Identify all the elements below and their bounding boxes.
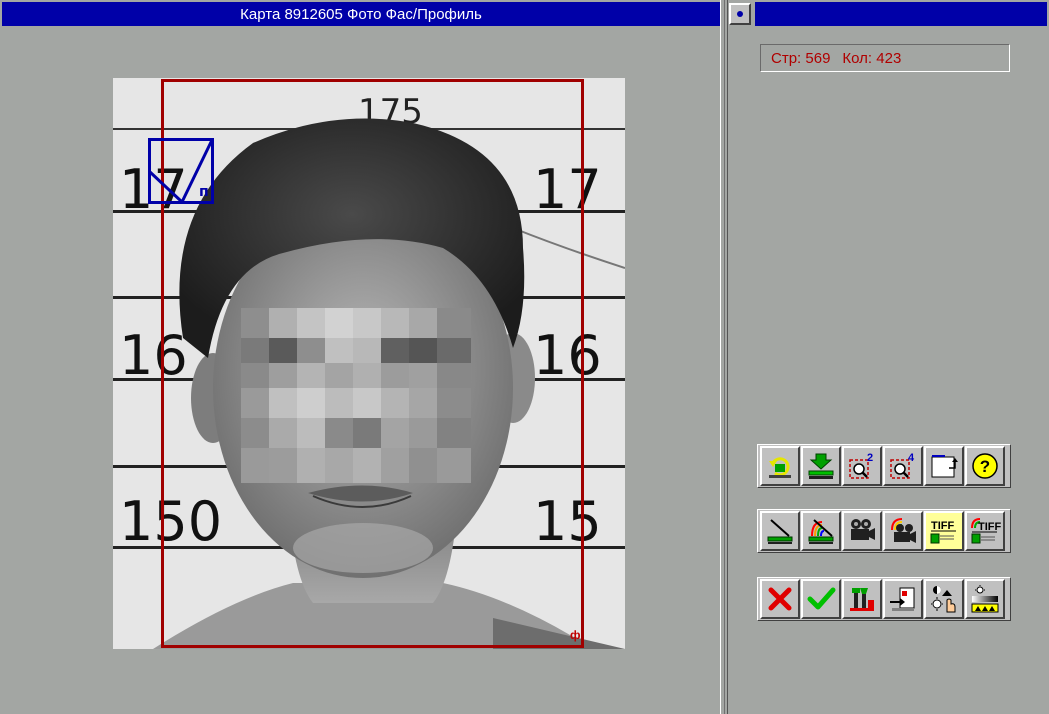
frame-corner-icon — [931, 455, 958, 478]
corner-marker-icon[interactable]: п — [148, 138, 214, 204]
item-counter: Кол: 423 — [842, 49, 902, 67]
zoom-2x-button[interactable]: 2 — [842, 446, 882, 486]
crop-frame[interactable] — [161, 79, 584, 648]
accept-button[interactable] — [801, 579, 841, 619]
rotate-button[interactable] — [760, 446, 800, 486]
system-menu-icon — [737, 11, 743, 17]
svg-text:2: 2 — [867, 452, 873, 464]
brightness-button[interactable] — [924, 579, 964, 619]
tiff-icon: TIFF — [930, 520, 956, 544]
camera-bw-button[interactable] — [842, 511, 882, 551]
crop-frame-handle[interactable]: ф — [570, 628, 581, 642]
svg-text:4: 4 — [908, 452, 915, 464]
checkmark-icon — [807, 587, 836, 610]
zoom-4x-icon: 4 — [890, 452, 915, 479]
scan-down-button[interactable] — [801, 446, 841, 486]
crop-frame-button[interactable] — [924, 446, 964, 486]
scanner-color-icon — [808, 519, 834, 544]
brightness-icon — [931, 586, 956, 613]
video-camera-color-icon — [891, 518, 916, 543]
window-title-bar[interactable]: Карта 8912605 Фото Фас/Профиль — [2, 2, 720, 26]
status-panel: Стр: 569 Кол: 423 — [760, 44, 1010, 72]
video-camera-icon — [851, 519, 875, 540]
tiff-button[interactable]: TIFF — [924, 511, 964, 551]
scanner-icon — [767, 519, 793, 544]
toolbar-view: 2 4 ? — [757, 444, 1011, 488]
zoom-2x-icon: 2 — [849, 452, 873, 479]
tools-button[interactable] — [842, 579, 882, 619]
system-menu-button[interactable] — [729, 3, 751, 25]
rotate-icon — [769, 457, 791, 478]
contrast-levels-icon — [971, 585, 999, 613]
scanner-download-icon — [808, 453, 834, 479]
panel-splitter[interactable] — [720, 0, 728, 714]
scanner-bw-button[interactable] — [760, 511, 800, 551]
import-button[interactable] — [883, 579, 923, 619]
toolbar-actions — [757, 577, 1011, 621]
camera-color-button[interactable] — [883, 511, 923, 551]
toolbar-input: TIFF TIFF — [757, 509, 1011, 553]
svg-text:TIFF: TIFF — [978, 521, 1001, 533]
import-icon — [890, 587, 915, 611]
tiff-color-icon: TIFF — [971, 518, 1001, 544]
tiff-color-button[interactable]: TIFF — [965, 511, 1005, 551]
svg-text:TIFF: TIFF — [931, 520, 954, 532]
tools-icon — [850, 588, 874, 611]
side-panel-title-bar — [755, 2, 1047, 26]
scanner-color-button[interactable] — [801, 511, 841, 551]
svg-text:?: ? — [980, 457, 990, 476]
window-title: Карта 8912605 Фото Фас/Профиль — [240, 5, 482, 23]
close-icon — [768, 587, 792, 611]
cancel-button[interactable] — [760, 579, 800, 619]
page-counter: Стр: 569 — [771, 49, 831, 67]
help-icon: ? — [972, 453, 998, 479]
corner-marker-label: п — [199, 184, 209, 200]
help-button[interactable]: ? — [965, 446, 1005, 486]
contrast-button[interactable] — [965, 579, 1005, 619]
zoom-4x-button[interactable]: 4 — [883, 446, 923, 486]
